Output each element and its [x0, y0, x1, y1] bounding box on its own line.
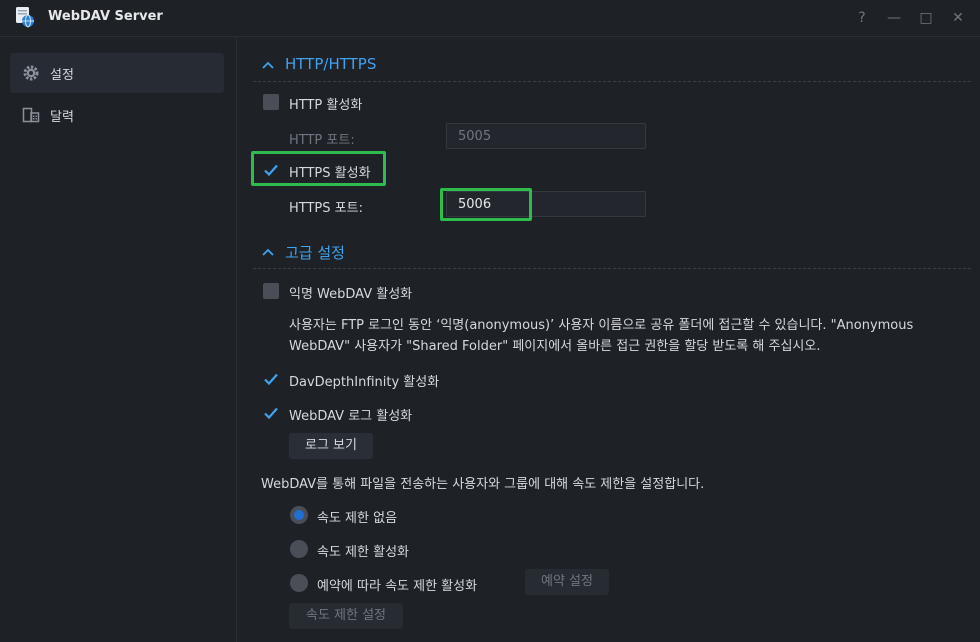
radio-enable-speed-limit[interactable]	[290, 540, 308, 558]
webdav-app-icon	[14, 6, 36, 28]
sidebar-item-calendar[interactable]: 달력	[10, 95, 224, 135]
anonymous-webdav-checkbox[interactable]	[263, 283, 279, 299]
view-log-button[interactable]: 로그 보기	[289, 433, 373, 459]
help-button[interactable]: ?	[852, 8, 872, 28]
section-header-advanced[interactable]: 고급 설정	[253, 242, 971, 269]
calendar-icon	[22, 106, 40, 124]
close-button[interactable]: ✕	[948, 8, 968, 28]
sidebar: 설정 달력	[0, 37, 237, 642]
radio-no-speed-limit[interactable]	[290, 506, 308, 524]
https-enable-label: HTTPS 활성화	[289, 166, 371, 181]
http-enable-label: HTTP 활성화	[289, 98, 363, 113]
window-title: WebDAV Server	[48, 9, 163, 24]
webdav-log-checkbox[interactable]	[263, 405, 279, 421]
checkmark-icon	[264, 164, 278, 177]
depth-infinity-checkbox[interactable]	[263, 371, 279, 387]
schedule-settings-button[interactable]: 예약 설정	[525, 569, 609, 595]
checkmark-icon	[264, 407, 278, 420]
https-port-label: HTTPS 포트:	[289, 201, 363, 216]
highlight-box	[440, 188, 532, 221]
radio-label: 속도 제한 활성화	[317, 545, 409, 560]
settings-panel: HTTP/HTTPS HTTP 활성화 HTTP 포트: 5005 HTTPS …	[237, 37, 980, 642]
gear-icon	[22, 64, 40, 82]
section-title: 고급 설정	[285, 244, 345, 262]
radio-scheduled-speed-limit[interactable]	[290, 574, 308, 592]
sidebar-item-label: 설정	[50, 68, 74, 83]
speed-limit-intro: WebDAV를 통해 파일을 전송하는 사용자와 그룹에 대해 속도 제한을 설…	[261, 477, 705, 492]
checkmark-icon	[264, 373, 278, 386]
anonymous-webdav-label: 익명 WebDAV 활성화	[289, 287, 413, 302]
http-port-input[interactable]: 5005	[446, 123, 646, 149]
https-enable-checkbox[interactable]	[263, 162, 279, 178]
sidebar-item-label: 달력	[50, 110, 74, 125]
http-port-label: HTTP 포트:	[289, 133, 355, 148]
minimize-button[interactable]: —	[884, 8, 904, 28]
radio-label: 속도 제한 없음	[317, 511, 398, 526]
chevron-up-icon	[261, 58, 275, 72]
anonymous-description: 사용자는 FTP 로그인 동안 ‘익명(anonymous)’ 사용자 이름으로…	[289, 318, 914, 354]
section-title: HTTP/HTTPS	[285, 55, 377, 73]
radio-label: 예약에 따라 속도 제한 활성화	[317, 579, 478, 594]
sidebar-item-settings[interactable]: 설정	[10, 53, 224, 93]
webdav-log-label: WebDAV 로그 활성화	[289, 409, 413, 424]
maximize-button[interactable]: □	[916, 8, 936, 28]
speed-limit-settings-button[interactable]: 속도 제한 설정	[289, 603, 403, 629]
title-bar: WebDAV Server ? — □ ✕	[0, 0, 980, 37]
section-header-http[interactable]: HTTP/HTTPS	[253, 55, 971, 82]
http-enable-checkbox[interactable]	[263, 94, 279, 110]
chevron-up-icon	[261, 245, 275, 259]
depth-infinity-label: DavDepthInfinity 활성화	[289, 375, 440, 390]
